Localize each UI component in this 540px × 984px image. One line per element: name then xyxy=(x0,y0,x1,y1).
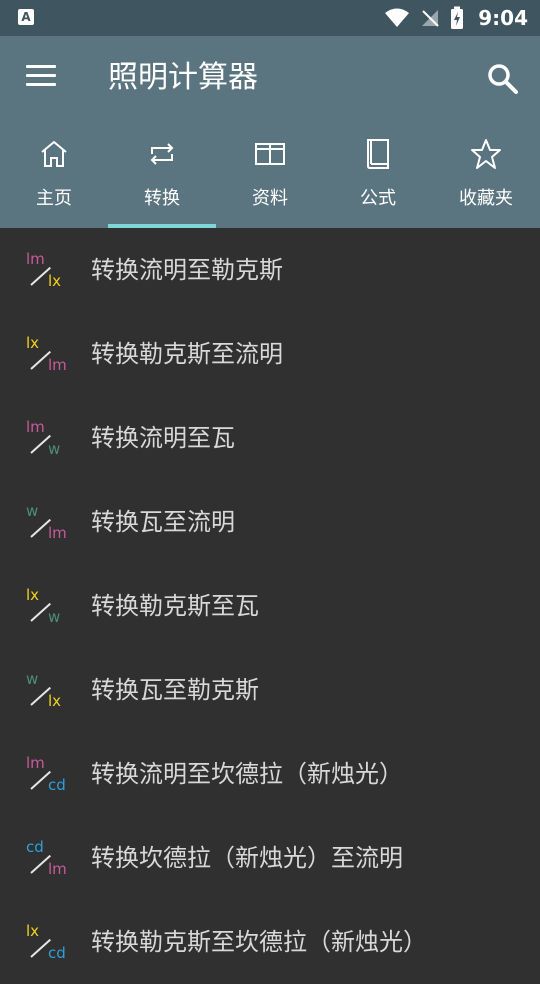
unit-conversion-icon: lx cd xyxy=(26,922,68,966)
from-unit: lx xyxy=(26,586,40,604)
app-bar: 照明计算器 xyxy=(0,36,540,120)
from-unit: lm xyxy=(26,754,45,772)
from-unit: w xyxy=(26,502,39,520)
star-icon xyxy=(471,139,501,169)
list-item-label: 转换瓦至流明 xyxy=(91,508,235,536)
list-item-label: 转换瓦至勒克斯 xyxy=(91,676,259,704)
to-unit: w xyxy=(48,440,61,458)
status-bar: A 9:04 xyxy=(0,0,540,36)
unit-conversion-icon: w lm xyxy=(26,502,68,546)
from-unit: w xyxy=(26,670,39,688)
to-unit: lx xyxy=(48,272,62,290)
tab-formula[interactable]: 公式 xyxy=(324,120,432,228)
home-icon xyxy=(41,140,67,167)
list-item-label: 转换流明至瓦 xyxy=(91,424,235,452)
list-item[interactable]: lx cd 转换勒克斯至坎德拉（新烛光） xyxy=(0,900,540,984)
from-unit: lm xyxy=(26,418,45,436)
list-item-label: 转换流明至勒克斯 xyxy=(91,256,283,284)
unit-conversion-icon: lm cd xyxy=(26,754,68,798)
battery-charging-icon xyxy=(451,6,464,29)
from-unit: lx xyxy=(26,922,40,940)
search-icon[interactable] xyxy=(486,62,520,96)
to-unit: lm xyxy=(48,356,67,374)
list-item[interactable]: lm cd 转换流明至坎德拉（新烛光） xyxy=(0,732,540,816)
tab-label: 收藏夹 xyxy=(459,188,513,209)
repeat-icon xyxy=(150,143,174,165)
list-item[interactable]: w lx 转换瓦至勒克斯 xyxy=(0,648,540,732)
unit-conversion-icon: lm w xyxy=(26,418,68,462)
list-item[interactable]: w lm 转换瓦至流明 xyxy=(0,480,540,564)
to-unit: lm xyxy=(48,860,67,878)
list-item[interactable]: lx lm 转换勒克斯至流明 xyxy=(0,312,540,396)
list-item[interactable]: lm w 转换流明至瓦 xyxy=(0,396,540,480)
list-item[interactable]: lx w 转换勒克斯至瓦 xyxy=(0,564,540,648)
tab-data[interactable]: 资料 xyxy=(216,120,324,228)
unit-conversion-icon: lx w xyxy=(26,586,68,630)
list-item-label: 转换流明至坎德拉（新烛光） xyxy=(91,760,403,788)
to-unit: w xyxy=(48,608,61,626)
list-item[interactable]: lm lx 转换流明至勒克斯 xyxy=(0,228,540,312)
tab-label: 转换 xyxy=(144,188,180,209)
menu-icon[interactable] xyxy=(26,65,56,91)
from-unit: lx xyxy=(26,334,40,352)
tab-label: 公式 xyxy=(360,188,396,209)
unit-conversion-icon: w lx xyxy=(26,670,68,714)
to-unit: cd xyxy=(48,776,66,794)
list-item-label: 转换坎德拉（新烛光）至流明 xyxy=(91,844,403,872)
app-notification-icon: A xyxy=(18,9,34,25)
book-icon xyxy=(367,139,389,169)
unit-conversion-icon: cd lm xyxy=(26,838,68,882)
tab-bar: 主页 转换 资料 公式 收藏夹 xyxy=(0,120,540,228)
tab-label: 主页 xyxy=(36,188,72,209)
from-unit: lm xyxy=(26,250,45,268)
clock: 9:04 xyxy=(478,6,528,30)
list-item[interactable]: cd lm 转换坎德拉（新烛光）至流明 xyxy=(0,816,540,900)
list-item-label: 转换勒克斯至瓦 xyxy=(91,592,259,620)
signal-off-icon xyxy=(422,10,439,27)
list-item-label: 转换勒克斯至流明 xyxy=(91,340,283,368)
to-unit: lx xyxy=(48,692,62,710)
unit-conversion-icon: lx lm xyxy=(26,334,68,378)
from-unit: cd xyxy=(26,838,44,856)
list-item-label: 转换勒克斯至坎德拉（新烛光） xyxy=(91,928,427,956)
to-unit: cd xyxy=(48,944,66,962)
status-icons: 9:04 xyxy=(384,0,528,36)
page-title: 照明计算器 xyxy=(108,60,258,95)
wifi-icon xyxy=(385,8,410,27)
tab-home[interactable]: 主页 xyxy=(0,120,108,228)
conversion-list: lm lx 转换流明至勒克斯 lx lm 转换勒克斯至流明 lm w 转换流明至瓦 w lm 转换瓦至… xyxy=(0,228,540,984)
table-icon xyxy=(255,143,285,165)
to-unit: lm xyxy=(48,524,67,542)
tab-label: 资料 xyxy=(252,188,288,209)
tab-favorites[interactable]: 收藏夹 xyxy=(432,120,540,228)
unit-conversion-icon: lm lx xyxy=(26,250,68,294)
tab-convert[interactable]: 转换 xyxy=(108,120,216,228)
